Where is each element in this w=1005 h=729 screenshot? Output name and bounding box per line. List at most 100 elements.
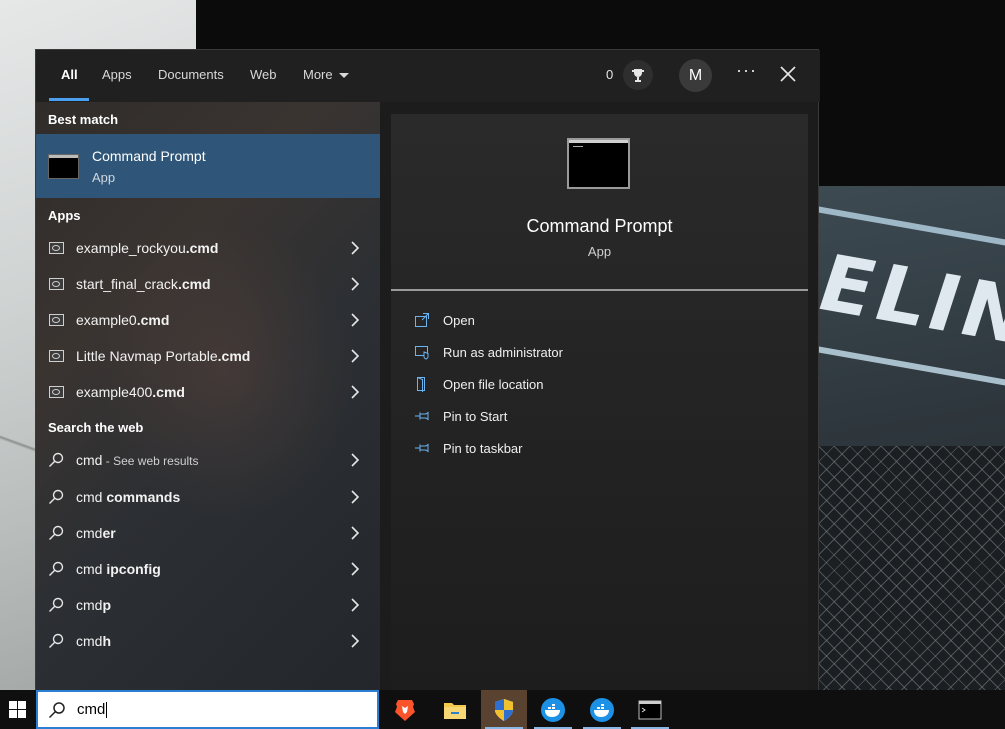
app-ext: .cmd bbox=[185, 240, 219, 256]
app-name: example0 bbox=[76, 312, 137, 328]
web-suggestion-bold: ipconfig bbox=[102, 561, 161, 577]
chevron-down-icon bbox=[338, 73, 349, 79]
list-item-app[interactable]: example0.cmd bbox=[36, 302, 380, 338]
more-options-icon[interactable]: ··· bbox=[736, 60, 757, 81]
search-input[interactable]: cmd bbox=[36, 690, 379, 729]
chevron-right-icon[interactable] bbox=[350, 313, 360, 327]
web-suggestion-text: cmd bbox=[76, 525, 103, 541]
app-ext: .cmd bbox=[136, 312, 170, 328]
chevron-right-icon[interactable] bbox=[350, 598, 360, 612]
chevron-right-icon[interactable] bbox=[350, 349, 360, 363]
search-icon bbox=[49, 561, 64, 576]
list-item-app[interactable]: Little Navmap Portable.cmd bbox=[36, 338, 380, 374]
chevron-right-icon[interactable] bbox=[350, 526, 360, 540]
chevron-right-icon[interactable] bbox=[350, 277, 360, 291]
taskbar-app-docker[interactable] bbox=[530, 690, 576, 729]
command-prompt-icon bbox=[48, 153, 79, 179]
tab-apps[interactable]: Apps bbox=[102, 66, 132, 88]
app-name: start_final_crack bbox=[76, 276, 178, 292]
list-item-web-suggestion[interactable]: cmd - See web results bbox=[36, 442, 380, 478]
web-suggestion-suffix: - See web results bbox=[102, 454, 199, 468]
tab-documents[interactable]: Documents bbox=[158, 66, 224, 88]
rewards-icon[interactable] bbox=[623, 60, 653, 90]
action-run-as-admin[interactable]: Run as administrator bbox=[413, 340, 563, 364]
terminal-icon bbox=[638, 700, 662, 719]
web-suggestion-text: cmd bbox=[76, 489, 103, 505]
search-icon bbox=[49, 525, 64, 540]
wallpaper-right: ELIN bbox=[819, 186, 1005, 690]
tab-more-label: More bbox=[303, 67, 333, 82]
section-apps: Apps bbox=[48, 208, 81, 223]
rewards-points: 0 bbox=[606, 67, 614, 82]
app-ext: .cmd bbox=[217, 348, 251, 364]
list-item-app[interactable]: example_rockyou.cmd bbox=[36, 230, 380, 266]
script-file-icon bbox=[48, 386, 64, 398]
results-pane: Best match Command Prompt App Apps examp… bbox=[36, 102, 380, 691]
search-icon bbox=[49, 452, 64, 467]
taskbar-app-brave[interactable] bbox=[382, 690, 428, 729]
start-button[interactable] bbox=[0, 690, 34, 729]
best-match-subtitle: App bbox=[92, 169, 116, 185]
action-open[interactable]: Open bbox=[413, 308, 475, 332]
chevron-right-icon[interactable] bbox=[350, 241, 360, 255]
script-file-icon bbox=[48, 350, 64, 362]
action-pin-to-taskbar[interactable]: Pin to taskbar bbox=[413, 436, 523, 460]
search-tabs-bar: All Apps Documents Web More 0 M ··· bbox=[36, 50, 820, 102]
tab-web[interactable]: Web bbox=[250, 66, 277, 88]
tab-all[interactable]: All bbox=[61, 66, 78, 88]
chevron-right-icon[interactable] bbox=[350, 490, 360, 504]
list-item-web-suggestion[interactable]: cmdh bbox=[36, 623, 380, 659]
list-item-web-suggestion[interactable]: cmd commands bbox=[36, 479, 380, 515]
chevron-right-icon[interactable] bbox=[350, 385, 360, 399]
action-open-file-location[interactable]: Open file location bbox=[413, 372, 543, 396]
best-match-item[interactable]: Command Prompt App bbox=[36, 134, 380, 198]
action-pin-to-start[interactable]: Pin to Start bbox=[413, 404, 507, 428]
avatar[interactable]: M bbox=[679, 59, 712, 92]
list-item-app[interactable]: example400.cmd bbox=[36, 374, 380, 410]
chevron-right-icon[interactable] bbox=[350, 453, 360, 467]
list-item-web-suggestion[interactable]: cmder bbox=[36, 515, 380, 551]
taskbar: cmd bbox=[0, 690, 1005, 729]
app-name: example_rockyou bbox=[76, 240, 186, 256]
taskbar-app-uac[interactable] bbox=[481, 690, 527, 729]
close-icon[interactable] bbox=[778, 64, 798, 84]
search-icon bbox=[48, 701, 65, 718]
chevron-right-icon[interactable] bbox=[350, 634, 360, 648]
web-suggestion-text: cmd bbox=[76, 561, 103, 577]
windows-logo-icon bbox=[8, 701, 26, 718]
command-prompt-icon bbox=[567, 138, 630, 189]
web-suggestion-bold: h bbox=[102, 633, 112, 649]
pin-icon bbox=[415, 443, 429, 453]
taskbar-app-terminal[interactable] bbox=[627, 690, 673, 729]
action-label: Open bbox=[443, 312, 475, 328]
taskbar-app-file-explorer[interactable] bbox=[432, 690, 478, 729]
shield-icon bbox=[415, 346, 429, 360]
preview-title: Command Prompt bbox=[526, 216, 673, 236]
list-item-web-suggestion[interactable]: cmd ipconfig bbox=[36, 551, 380, 587]
search-menu: All Apps Documents Web More 0 M ··· Best… bbox=[35, 49, 820, 691]
tab-more[interactable]: More bbox=[303, 66, 349, 88]
action-label: Open file location bbox=[443, 376, 544, 392]
action-label: Run as administrator bbox=[443, 344, 563, 360]
preview-subtitle: App bbox=[587, 244, 612, 259]
web-suggestion-text: cmd bbox=[76, 633, 103, 649]
taskbar-app-docker[interactable] bbox=[579, 690, 625, 729]
web-suggestion-text: cmd bbox=[76, 597, 103, 613]
wallpaper-mesh bbox=[819, 446, 1005, 690]
list-item-app[interactable]: start_final_crack.cmd bbox=[36, 266, 380, 302]
action-label: Pin to taskbar bbox=[443, 440, 523, 456]
open-icon bbox=[415, 313, 429, 327]
script-file-icon bbox=[48, 242, 64, 254]
folder-location-icon bbox=[417, 377, 425, 392]
app-name: example400 bbox=[76, 384, 153, 400]
file-explorer-icon bbox=[444, 702, 466, 719]
web-suggestion-text: cmd bbox=[76, 452, 103, 468]
wallpaper-brand-text: ELIN bbox=[819, 239, 1005, 363]
section-best-match: Best match bbox=[48, 112, 119, 127]
chevron-right-icon[interactable] bbox=[350, 562, 360, 576]
script-file-icon bbox=[48, 278, 64, 290]
uac-shield-icon bbox=[495, 698, 513, 721]
divider bbox=[391, 289, 808, 291]
app-ext: .cmd bbox=[152, 384, 185, 400]
list-item-web-suggestion[interactable]: cmdp bbox=[36, 587, 380, 623]
